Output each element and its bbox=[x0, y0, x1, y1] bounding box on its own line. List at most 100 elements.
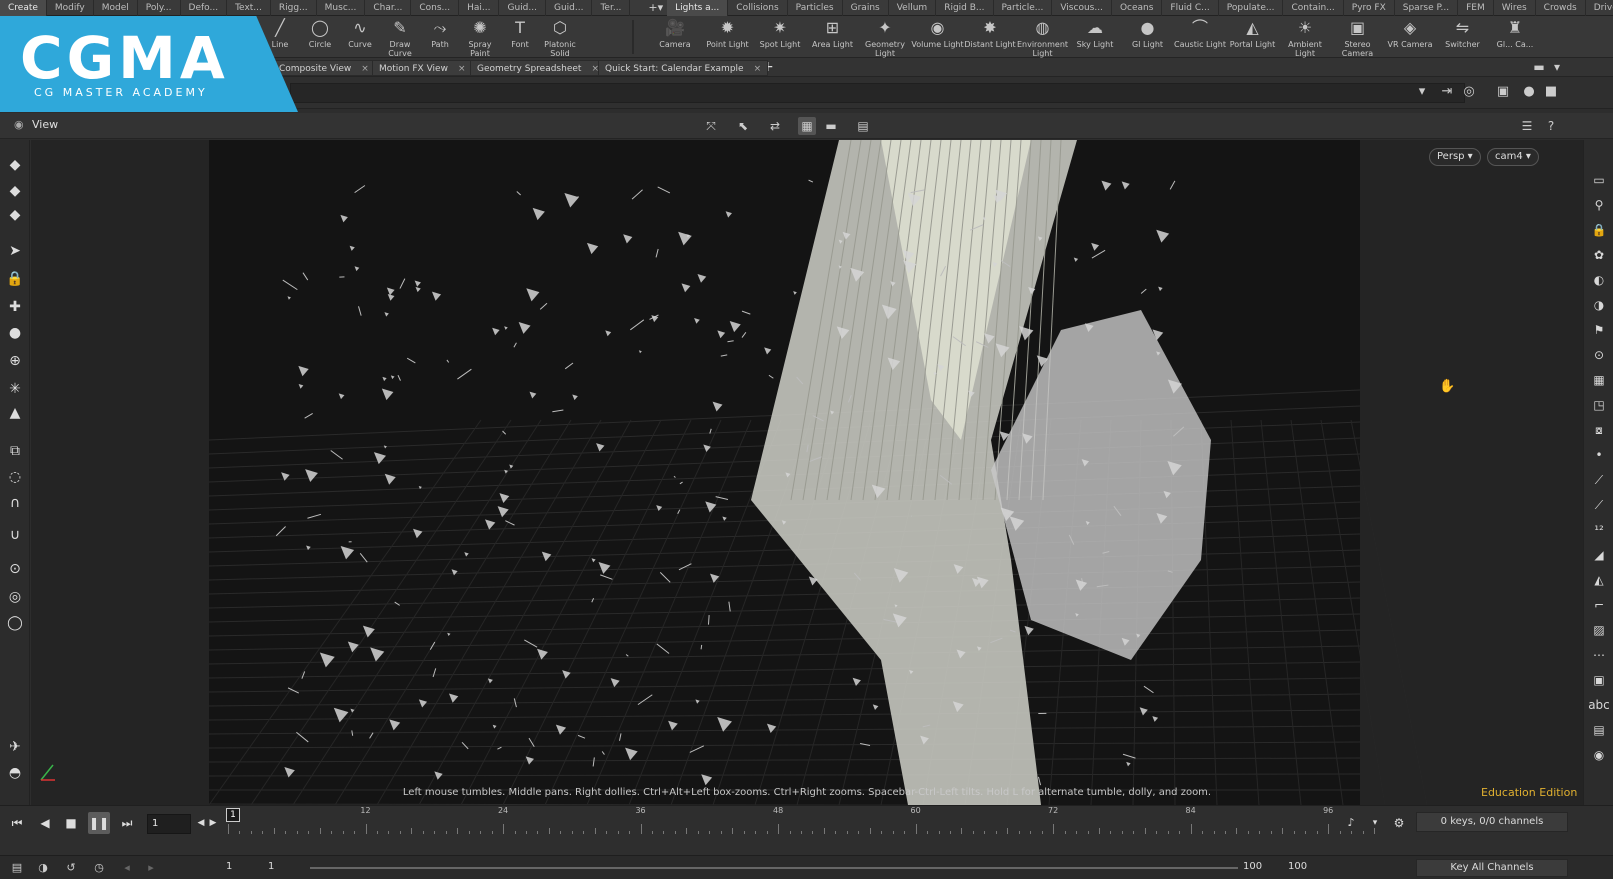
current-frame-field[interactable]: 1 bbox=[147, 814, 191, 834]
shelf-tab[interactable]: Hai... bbox=[459, 0, 500, 16]
display-options-icon[interactable]: ▣ bbox=[1494, 83, 1512, 101]
tool-portal-light[interactable]: ◭ Portal Light bbox=[1226, 18, 1280, 56]
shelf-tab[interactable]: Sparse P... bbox=[1395, 0, 1459, 16]
tool-path[interactable]: ⤳ Path bbox=[418, 18, 462, 56]
display-option-icon[interactable]: ⌐ bbox=[1588, 595, 1610, 615]
shelf-tab[interactable]: Create bbox=[0, 0, 47, 16]
shelf-tab[interactable]: Text... bbox=[227, 0, 271, 16]
select-icon[interactable]: ➤ bbox=[4, 240, 26, 262]
clock-icon[interactable]: ◷ bbox=[90, 859, 108, 877]
tool-ambient-light[interactable]: ☀ Ambient Light bbox=[1278, 18, 1332, 58]
display-option-icon[interactable]: ◳ bbox=[1588, 395, 1610, 415]
display-option-icon[interactable]: abc bbox=[1588, 695, 1610, 715]
add-shelf-icon[interactable]: + bbox=[648, 1, 657, 14]
pin-icon[interactable]: ⇥ bbox=[1438, 83, 1456, 101]
snap-prim-icon[interactable]: ∪ bbox=[4, 524, 26, 546]
display-option-icon[interactable]: ⚑ bbox=[1588, 320, 1610, 340]
shelf-tab[interactable]: Populate... bbox=[1219, 0, 1284, 16]
shelf-tab[interactable]: Defo... bbox=[181, 0, 228, 16]
pane-tab[interactable]: Composite View × bbox=[272, 60, 376, 76]
ruler-menu-icon[interactable]: ▾ bbox=[1364, 812, 1386, 834]
display-option-icon[interactable]: ▭ bbox=[1588, 170, 1610, 190]
shelf-tab[interactable]: Contain... bbox=[1283, 0, 1344, 16]
pane-tab[interactable]: Quick Start: Calendar Example × bbox=[598, 60, 769, 76]
state-icon[interactable]: ◆ bbox=[4, 154, 26, 176]
range-end2-field[interactable]: 100 bbox=[1288, 861, 1307, 872]
range-start2-field[interactable]: 1 bbox=[268, 861, 274, 872]
tool-volume-light[interactable]: ◉ Volume Light bbox=[911, 18, 965, 56]
shelf-tab[interactable]: Pyro FX bbox=[1344, 0, 1395, 16]
rotate-icon[interactable]: ⊕ bbox=[4, 350, 26, 372]
close-tab-icon[interactable]: × bbox=[754, 64, 762, 74]
tool-camera[interactable]: 🎥 Camera bbox=[648, 18, 702, 56]
global-anim-icon[interactable]: ◑ bbox=[34, 859, 52, 877]
close-tab-icon[interactable]: × bbox=[458, 64, 466, 74]
orbit-icon[interactable]: ◎ bbox=[4, 586, 26, 608]
shelf-tab[interactable]: Modify bbox=[47, 0, 94, 16]
shelf-tab[interactable]: Model bbox=[94, 0, 138, 16]
display-icon[interactable]: ◯ bbox=[4, 612, 26, 634]
link-icon[interactable]: ◎ bbox=[1460, 83, 1478, 101]
view-quad-icon[interactable]: ▤ bbox=[854, 117, 872, 135]
tool-area-light[interactable]: ⊞ Area Light bbox=[806, 18, 860, 56]
lop-icon[interactable]: ◆ bbox=[4, 180, 26, 202]
tool-distant-light[interactable]: ✸ Distant Light bbox=[963, 18, 1017, 56]
current-frame-marker[interactable]: 1 bbox=[226, 808, 240, 822]
secure-selection-icon[interactable]: ⬉ bbox=[734, 117, 752, 135]
loop-icon[interactable]: ↺ bbox=[62, 859, 80, 877]
tool-font[interactable]: T Font bbox=[498, 18, 542, 56]
display-option-icon[interactable]: ◉ bbox=[1588, 745, 1610, 765]
paint-icon[interactable]: ✚ bbox=[4, 296, 26, 318]
view-single-icon[interactable]: ▦ bbox=[798, 117, 816, 135]
tool-spray-paint[interactable]: ✺ Spray Paint bbox=[458, 18, 502, 58]
shelf-tab[interactable]: Particle... bbox=[994, 0, 1053, 16]
shelf-tab[interactable]: Particles bbox=[788, 0, 843, 16]
shelf-menu-icon[interactable]: ▾ bbox=[658, 1, 664, 14]
sphere-icon[interactable]: ◓ bbox=[4, 762, 26, 784]
tool-draw-curve[interactable]: ✎ Draw Curve bbox=[378, 18, 422, 58]
shelf-tab[interactable]: Fluid C... bbox=[1162, 0, 1219, 16]
display-option-icon[interactable]: ◢ bbox=[1588, 545, 1610, 565]
background-icon[interactable]: ■ bbox=[1542, 83, 1560, 101]
snap-icon[interactable]: ⇄ bbox=[766, 117, 784, 135]
display-option-icon[interactable]: • bbox=[1588, 445, 1610, 465]
tool-platonic[interactable]: ⬡ Platonic Solid bbox=[538, 18, 582, 58]
shelf-tab[interactable]: Rigid B... bbox=[936, 0, 994, 16]
display-option-icon[interactable]: ✿ bbox=[1588, 245, 1610, 265]
next-key-icon[interactable]: ▶ bbox=[206, 812, 220, 834]
camera-view-icon[interactable]: ✈ bbox=[4, 736, 26, 758]
perspective-menu[interactable]: Persp ▾ bbox=[1429, 148, 1481, 166]
view-icon[interactable]: ⊙ bbox=[4, 558, 26, 580]
display-option-icon[interactable]: ◭ bbox=[1588, 570, 1610, 590]
shelf-tab[interactable]: Ter... bbox=[592, 0, 631, 16]
shelf-tab[interactable]: Grains bbox=[843, 0, 889, 16]
shelf-tab[interactable]: Collisions bbox=[728, 0, 788, 16]
stop-icon[interactable]: ■ bbox=[60, 812, 82, 834]
magnet-icon[interactable]: ◌ bbox=[4, 466, 26, 488]
shelf-tab[interactable]: Crowds bbox=[1536, 0, 1586, 16]
shelf-tab[interactable]: Viscous... bbox=[1052, 0, 1112, 16]
tool-vr-camera[interactable]: ◈ VR Camera bbox=[1383, 18, 1437, 56]
shelf-tab[interactable]: Char... bbox=[365, 0, 412, 16]
shelf-tab[interactable]: Lights a... bbox=[667, 0, 729, 16]
range-slider[interactable] bbox=[310, 867, 1238, 869]
shelf-tab[interactable]: Musc... bbox=[317, 0, 366, 16]
3d-viewport[interactable]: Persp ▾ cam4 ▾ ✋ Left mouse tumbles. Mid… bbox=[31, 140, 1583, 805]
shelf-tab[interactable]: Rigg... bbox=[271, 0, 317, 16]
step-back-icon[interactable]: ◀ bbox=[34, 812, 56, 834]
tool-sky-light[interactable]: ☁ Sky Light bbox=[1068, 18, 1122, 56]
display-toolbar-icon[interactable]: ☰ bbox=[1518, 117, 1536, 135]
help-icon[interactable]: ? bbox=[1542, 117, 1560, 135]
shelf-tab[interactable]: Guid... bbox=[499, 0, 546, 16]
shelf-tab[interactable]: Poly... bbox=[138, 0, 181, 16]
range-end-field[interactable]: 100 bbox=[1243, 861, 1262, 872]
shelf-tab[interactable]: Cons... bbox=[411, 0, 460, 16]
shelf-tab[interactable]: Oceans bbox=[1112, 0, 1163, 16]
tool-gi-light[interactable]: ● GI Light bbox=[1121, 18, 1175, 56]
select-mode-icon[interactable]: ⤧ bbox=[702, 117, 720, 135]
shelf-tab[interactable]: Drive Si... bbox=[1586, 0, 1613, 16]
tool-caustic-light[interactable]: ⌒ Caustic Light bbox=[1173, 18, 1227, 56]
display-option-icon[interactable]: ◐ bbox=[1588, 270, 1610, 290]
tool-environment-light[interactable]: ◍ Environment Light bbox=[1016, 18, 1070, 58]
tool-stereo-camera[interactable]: ▣ Stereo Camera bbox=[1331, 18, 1385, 58]
